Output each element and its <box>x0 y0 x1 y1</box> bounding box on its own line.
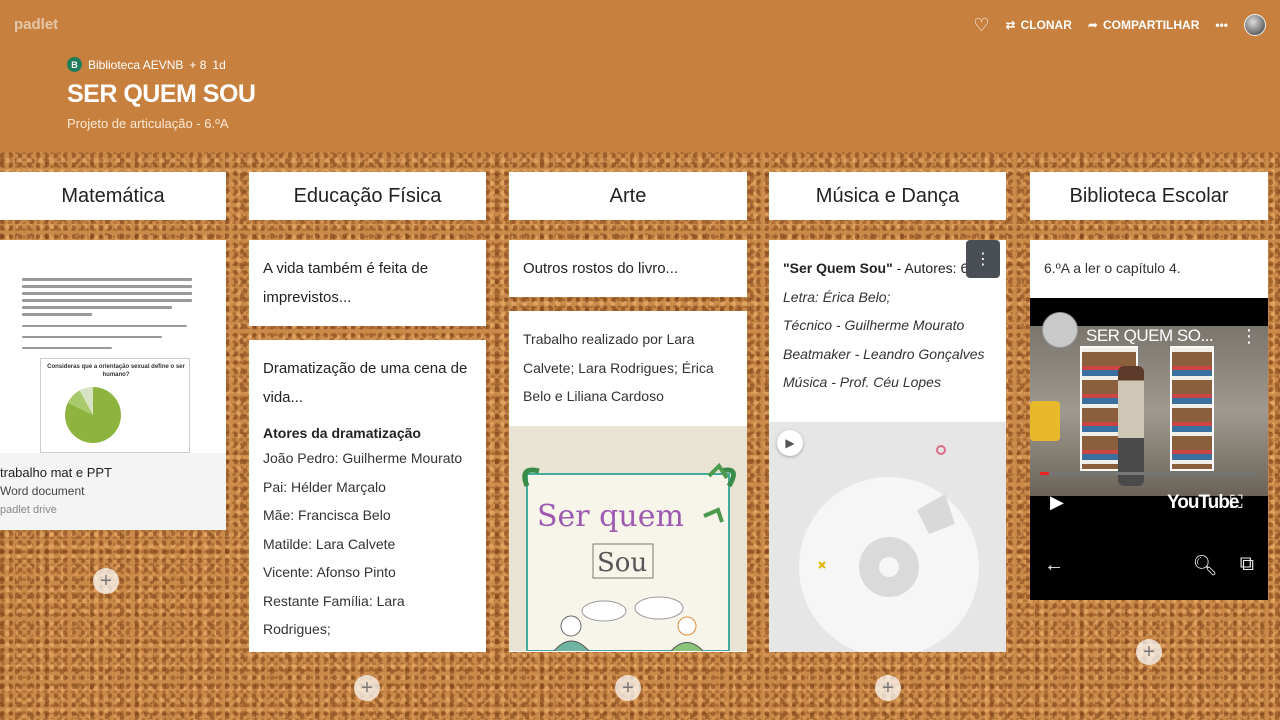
column-header-arte[interactable]: Arte <box>509 172 747 220</box>
board-header: padlet ♡ ⇄ CLONAR ➦ COMPARTILHAR ••• B B… <box>0 0 1280 152</box>
plus-icon: + <box>361 677 373 699</box>
add-post-button-arte[interactable]: + <box>615 675 641 701</box>
document-source: padlet drive <box>0 504 57 516</box>
pie-chart-graphic <box>65 387 121 443</box>
actor-line: Mãe: Francisca Belo <box>263 507 391 523</box>
youtube-video-embed[interactable]: SER QUEM SO... ⋮ ▶ YouTube ⛶ ← 🔍︎ ⧉ <box>1030 298 1268 600</box>
column-header-educacao-fisica[interactable]: Educação Física <box>249 172 486 220</box>
document-chart-title: Consideras que a orientação sexual defin… <box>47 364 185 378</box>
credit-line: Letra: Érica Belo; <box>783 288 891 305</box>
more-vertical-icon: ⋮ <box>975 251 991 268</box>
share-arrow-icon: ➦ <box>1087 18 1098 32</box>
arrow-left-icon[interactable]: ← <box>1044 554 1064 577</box>
post-biblioteca-video[interactable]: 6.ºA a ler o capítulo 4. SER QUEM SO... … <box>1030 240 1268 600</box>
column-header-musica-danca[interactable]: Música e Dança <box>769 172 1006 220</box>
user-avatar[interactable] <box>1244 14 1266 36</box>
top-actions: ♡ ⇄ CLONAR ➦ COMPARTILHAR ••• <box>973 14 1266 36</box>
post-musica-ser-quem-sou[interactable]: "Ser Quem Sou" - Autores: 6.ºA; Letra: É… <box>769 240 1006 652</box>
plus-icon: + <box>1143 641 1155 663</box>
actors-heading: Atores da dramatização <box>263 425 421 441</box>
post-options-button[interactable]: ⋮ <box>966 240 1000 278</box>
credit-line: Técnico - Guilherme Mourato <box>783 317 965 333</box>
audio-decoration <box>818 445 955 569</box>
board-meta: B Biblioteca AEVNB + 8 1d <box>67 57 226 72</box>
share-button[interactable]: ➦ COMPARTILHAR <box>1088 18 1200 32</box>
actor-line: Pai: Hélder Marçalo <box>263 478 386 495</box>
column-header-biblioteca[interactable]: Biblioteca Escolar <box>1030 172 1268 220</box>
page-title: SER QUEM SOU <box>67 80 256 108</box>
share-label: COMPARTILHAR <box>1102 18 1200 32</box>
audio-preview[interactable]: ▶ <box>769 422 1006 652</box>
document-pie-chart: Consideras que a orientação sexual defin… <box>40 358 190 453</box>
clone-button[interactable]: ⇄ CLONAR <box>1006 18 1072 32</box>
youtube-logo[interactable]: YouTube <box>1167 492 1239 514</box>
post-text: Outros rostos do livro... <box>523 260 679 277</box>
add-post-button-matematica[interactable]: + <box>93 568 119 594</box>
play-icon[interactable]: ▶ <box>1050 492 1064 513</box>
post-matematica-document[interactable]: Consideras que a orientação sexual defin… <box>0 240 226 530</box>
zoom-in-icon[interactable]: 🔍︎ <box>1192 553 1217 578</box>
post-text: 6.ºA a ler o capítulo 4. <box>1044 260 1181 276</box>
post-text: A vida também é feita de imprevistos... <box>263 260 429 306</box>
author-avatar[interactable]: B <box>67 57 82 72</box>
add-post-button-biblioteca[interactable]: + <box>1136 639 1162 665</box>
post-ef-imprevistos[interactable]: A vida também é feita de imprevistos... <box>249 240 486 326</box>
actor-line: Matilde: Lara Calvete <box>263 535 396 552</box>
add-post-button-musica[interactable]: + <box>875 675 901 701</box>
padlet-logo[interactable]: padlet <box>14 16 58 33</box>
document-type: Word document <box>0 484 85 498</box>
document-preview[interactable]: Consideras que a orientação sexual defin… <box>0 240 226 453</box>
video-progress-bar[interactable] <box>1040 472 1256 475</box>
artwork-word-1: Ser quem <box>537 499 684 534</box>
plus-icon: + <box>882 677 894 699</box>
song-title: "Ser Quem Sou" <box>783 260 893 276</box>
actor-line: Vicente: Afonso Pinto <box>263 564 396 580</box>
actor-line: Bruna Barbosa e Martim Ferreira <box>249 644 486 653</box>
board-age: 1d <box>212 57 226 72</box>
actor-line: João Pedro: Guilherme Mourato <box>263 450 463 466</box>
credit-line: Música - Prof. Céu Lopes <box>783 374 941 390</box>
actor-line: Restante Família: Lara Rodrigues; <box>263 592 405 638</box>
post-text: Trabalho realizado por Lara Calvete; Lar… <box>523 331 714 404</box>
video-more-icon[interactable]: ⋮ <box>1240 326 1258 347</box>
plus-icon: + <box>100 570 112 592</box>
post-arte-rostos[interactable]: Outros rostos do livro... <box>509 240 747 297</box>
video-person <box>1118 366 1144 486</box>
channel-avatar[interactable] <box>1042 312 1078 348</box>
external-link-icon[interactable]: ⧉ <box>1240 553 1254 578</box>
post-title: Dramatização de uma cena de vida... <box>263 360 468 406</box>
video-frame <box>1030 326 1268 496</box>
add-post-button-educacao-fisica[interactable]: + <box>354 675 380 701</box>
page-subtitle: Projeto de articulação - 6.ºA <box>67 116 229 131</box>
artwork-image[interactable]: Ser quem Sou <box>509 426 747 652</box>
document-meta: trabalho mat e PPT Word document padlet … <box>0 453 226 530</box>
document-name: trabalho mat e PPT <box>0 465 112 480</box>
artwork-drawing: Ser quem Sou <box>522 462 736 652</box>
credit-line: Beatmaker - Leandro Gonçalves <box>783 345 985 362</box>
video-toolbar: ← 🔍︎ ⧉ <box>1030 543 1268 587</box>
post-arte-trabalho[interactable]: Trabalho realizado por Lara Calvete; Lar… <box>509 311 747 652</box>
column-header-matematica[interactable]: Matemática <box>0 172 226 220</box>
plus-icon: + <box>622 677 634 699</box>
artwork-word-2: Sou <box>597 548 647 578</box>
more-options-button[interactable]: ••• <box>1215 18 1228 32</box>
author-name[interactable]: Biblioteca AEVNB <box>88 58 183 72</box>
post-ef-dramatizacao[interactable]: Dramatização de uma cena de vida... Ator… <box>249 340 486 652</box>
clone-label: CLONAR <box>1020 18 1072 32</box>
fullscreen-icon[interactable]: ⛶ <box>1230 492 1243 513</box>
repeat-icon: ⇄ <box>1005 18 1016 32</box>
video-title[interactable]: SER QUEM SO... <box>1086 326 1214 346</box>
heart-icon[interactable]: ♡ <box>973 16 989 34</box>
contributors-count[interactable]: + 8 <box>189 58 206 72</box>
